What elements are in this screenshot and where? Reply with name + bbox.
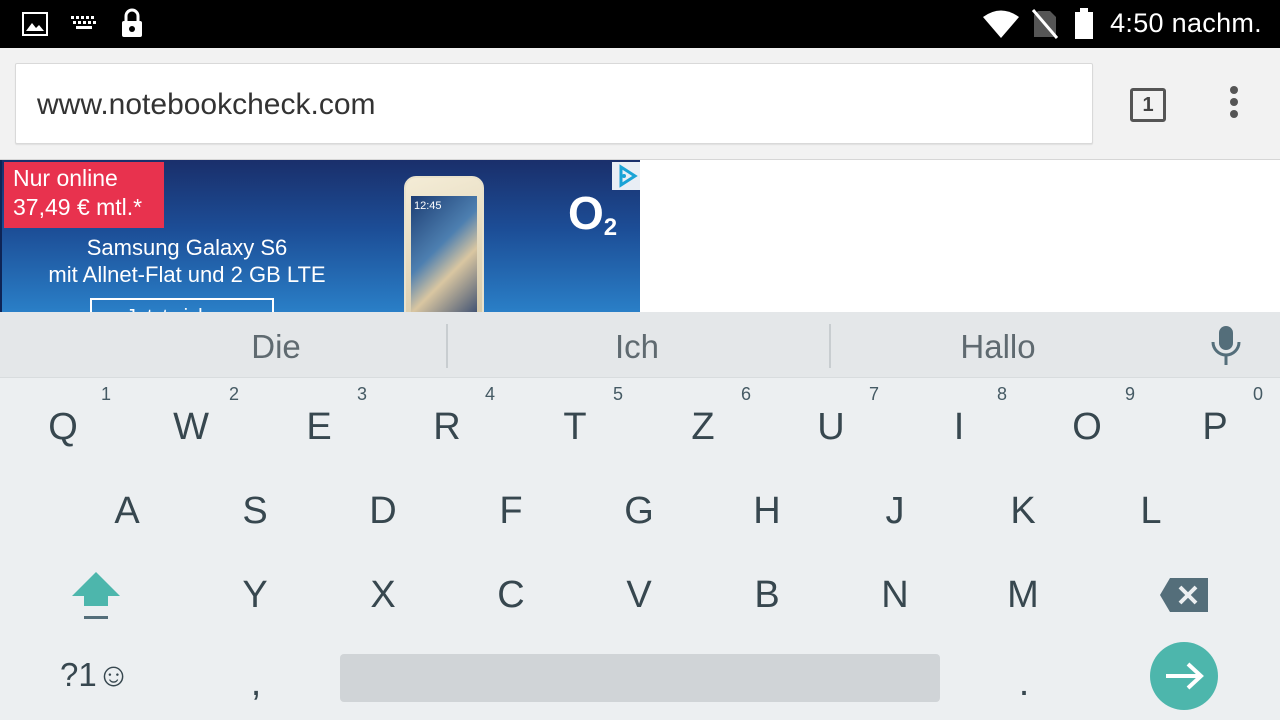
key-z[interactable]: Z6 — [673, 384, 751, 452]
ad-badge-line1: Nur online — [13, 165, 118, 191]
key-h[interactable]: H — [737, 486, 797, 536]
status-time: 4:50 nachm. — [1110, 8, 1262, 38]
browser-toolbar: www.notebookcheck.com 1 — [0, 48, 1280, 160]
key-d[interactable]: D — [353, 486, 413, 536]
phone-clock: 12:45 — [414, 200, 442, 212]
suggestion-divider — [446, 324, 448, 368]
ad-title-line2: mit Allnet-Flat und 2 GB LTE — [48, 262, 326, 287]
soft-keyboard: Die Ich Hallo Q1 W2 E3 R4 T5 Z6 U7 I8 O9… — [0, 312, 1280, 720]
key-p[interactable]: P0 — [1185, 384, 1263, 452]
suggestion-bar: Die Ich Hallo — [0, 312, 1280, 378]
microphone-icon[interactable] — [1206, 324, 1246, 368]
key-g[interactable]: G — [609, 486, 669, 536]
key-comma[interactable]: , — [226, 658, 286, 708]
key-c[interactable]: C — [481, 570, 541, 620]
suggestion-divider — [829, 324, 831, 368]
key-m[interactable]: M — [993, 570, 1053, 620]
ad-banner[interactable]: Nur online 37,49 € mtl.* Samsung Galaxy … — [0, 160, 640, 312]
keyboard-icon — [71, 16, 96, 29]
key-period[interactable]: . — [994, 658, 1054, 708]
key-q[interactable]: Q1 — [33, 384, 111, 452]
menu-dot-icon — [1230, 98, 1238, 106]
key-b[interactable]: B — [737, 570, 797, 620]
web-page: Nur online 37,49 € mtl.* Samsung Galaxy … — [0, 160, 1280, 312]
suggestion-item[interactable]: Ich — [537, 328, 737, 366]
enter-button[interactable] — [1150, 642, 1218, 710]
url-text: www.notebookcheck.com — [37, 88, 376, 121]
key-n[interactable]: N — [865, 570, 925, 620]
lock-icon — [122, 8, 142, 37]
gallery-icon — [22, 12, 48, 36]
shift-icon[interactable] — [70, 570, 122, 622]
key-o[interactable]: O9 — [1057, 384, 1135, 452]
phone-screen — [411, 196, 477, 312]
suggestion-item[interactable]: Hallo — [898, 328, 1098, 366]
tab-switcher-button[interactable]: 1 — [1130, 88, 1166, 122]
symbols-key[interactable]: ?1☺ — [60, 656, 130, 694]
overflow-menu-button[interactable] — [1220, 86, 1248, 126]
key-l[interactable]: L — [1121, 486, 1181, 536]
ad-title: Samsung Galaxy S6 mit Allnet-Flat und 2 … — [22, 234, 352, 288]
key-j[interactable]: J — [865, 486, 925, 536]
key-f[interactable]: F — [481, 486, 541, 536]
no-sim-icon — [1032, 9, 1058, 39]
battery-icon — [1075, 8, 1093, 39]
key-x[interactable]: X — [353, 570, 413, 620]
key-e[interactable]: E3 — [289, 384, 367, 452]
key-s[interactable]: S — [225, 486, 285, 536]
menu-dot-icon — [1230, 110, 1238, 118]
suggestion-item[interactable]: Die — [176, 328, 376, 366]
menu-dot-icon — [1230, 86, 1238, 94]
status-bar: 4:50 nachm. — [0, 0, 1280, 48]
adchoices-icon[interactable] — [612, 162, 640, 190]
wifi-icon — [983, 10, 1019, 38]
url-bar[interactable]: www.notebookcheck.com — [15, 63, 1093, 144]
key-r[interactable]: R4 — [417, 384, 495, 452]
ad-title-line1: Samsung Galaxy S6 — [86, 235, 288, 260]
o2-logo: O2 — [568, 187, 618, 241]
ad-price-badge: Nur online 37,49 € mtl.* — [4, 162, 164, 228]
arrow-right-icon — [1166, 662, 1204, 690]
ad-badge-line2: 37,49 € mtl.* — [13, 194, 143, 220]
backspace-icon[interactable] — [1158, 576, 1210, 614]
key-i[interactable]: I8 — [929, 384, 1007, 452]
key-t[interactable]: T5 — [545, 384, 623, 452]
phone-image: 12:45 — [404, 176, 484, 312]
key-w[interactable]: W2 — [161, 384, 239, 452]
key-y[interactable]: Y — [225, 570, 285, 620]
key-k[interactable]: K — [993, 486, 1053, 536]
key-u[interactable]: U7 — [801, 384, 879, 452]
ad-cta-button[interactable]: Jetzt sichern — [90, 298, 274, 312]
space-bar[interactable] — [340, 654, 940, 702]
key-a[interactable]: A — [97, 486, 157, 536]
key-v[interactable]: V — [609, 570, 669, 620]
